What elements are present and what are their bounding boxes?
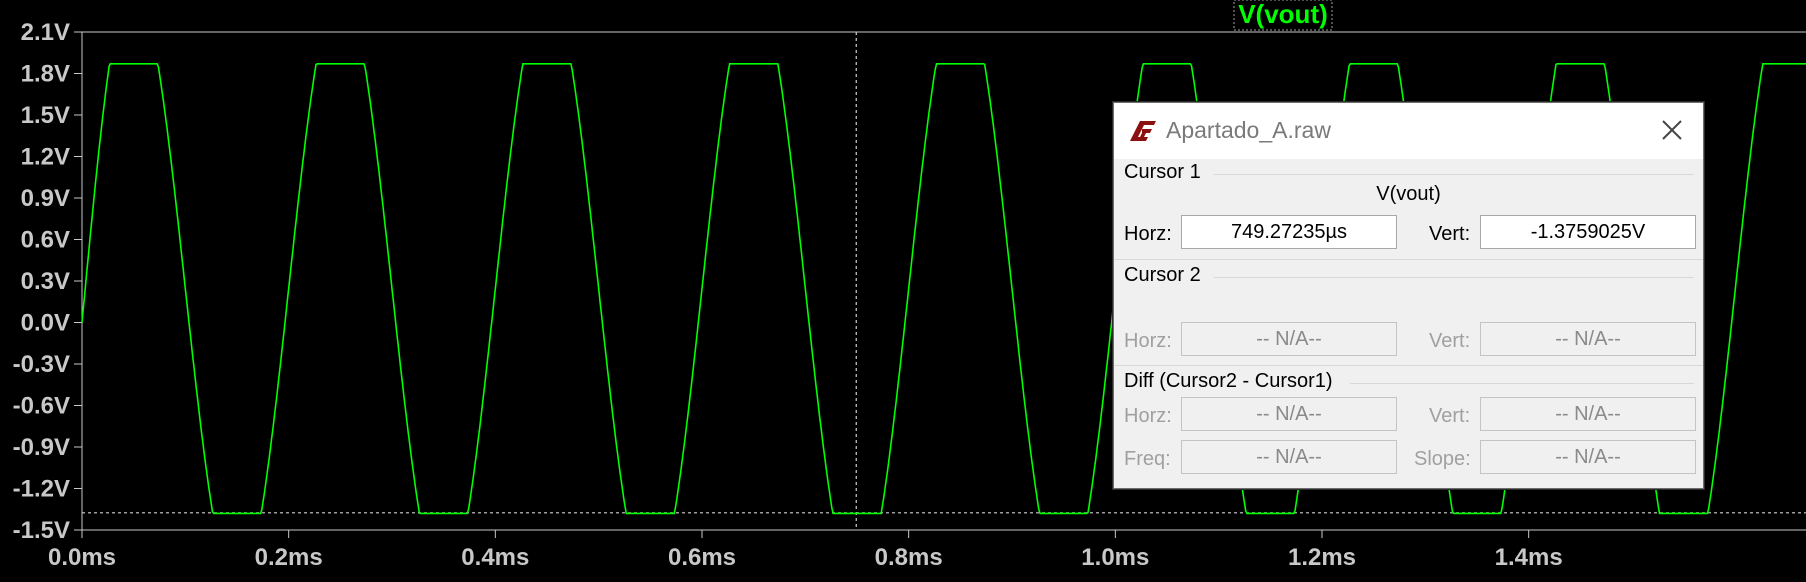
x-tick-label: 0.8ms xyxy=(875,544,943,571)
section-divider xyxy=(1114,259,1703,260)
x-tick-label: 0.6ms xyxy=(668,544,736,571)
diff-vert-field: -- N/A-- xyxy=(1480,397,1696,431)
cursor-dialog[interactable]: Apartado_A.raw Cursor 1 V(vout) Horz: 74… xyxy=(1113,102,1704,489)
trace-name-label[interactable]: V(vout) xyxy=(1238,0,1328,29)
cursor1-vert-field[interactable]: -1.3759025V xyxy=(1480,215,1696,249)
ltspice-logo-icon xyxy=(1130,121,1156,141)
y-tick-label: 0.3V xyxy=(21,268,70,295)
diff-slope-label: Slope: xyxy=(1414,448,1471,470)
diff-horz-label: Horz: xyxy=(1124,405,1172,427)
y-tick-label: 2.1V xyxy=(21,19,70,46)
cursor1-trace-name: V(vout) xyxy=(1376,183,1441,205)
section-divider xyxy=(1114,365,1703,366)
cursor1-horz-label: Horz: xyxy=(1124,223,1172,245)
diff-horz-field: -- N/A-- xyxy=(1181,397,1397,431)
section-divider xyxy=(1214,277,1694,278)
diff-freq-field: -- N/A-- xyxy=(1181,440,1397,474)
cursor2-vert-field: -- N/A-- xyxy=(1480,322,1696,356)
y-tick-label: -0.6V xyxy=(13,393,70,420)
dialog-titlebar[interactable]: Apartado_A.raw xyxy=(1114,103,1703,159)
cursor2-section-label: Cursor 2 xyxy=(1124,264,1201,286)
x-tick-label: 0.4ms xyxy=(461,544,529,571)
section-divider xyxy=(1350,383,1694,384)
cursor1-section-label: Cursor 1 xyxy=(1124,161,1201,183)
section-divider xyxy=(1214,174,1694,175)
x-tick-label: 0.0ms xyxy=(48,544,116,571)
y-tick-label: -0.9V xyxy=(13,434,70,461)
cursor1-vert-label: Vert: xyxy=(1429,223,1471,245)
cursor1-horz-field[interactable]: 749.27235µs xyxy=(1181,215,1397,249)
y-tick-label: 1.8V xyxy=(21,61,70,88)
x-tick-label: 1.0ms xyxy=(1081,544,1149,571)
y-axis-labels: 2.1V 1.8V 1.5V 1.2V 0.9V 0.6V 0.3V 0.0V -0.3V -0.… xyxy=(13,19,70,544)
y-tick-label: 1.5V xyxy=(21,102,70,129)
diff-slope-field: -- N/A-- xyxy=(1480,440,1696,474)
y-tick-label: -0.3V xyxy=(13,351,70,378)
y-tick-label: -1.5V xyxy=(13,517,70,544)
x-tick-label: 0.2ms xyxy=(255,544,323,571)
y-tick-label: 0.6V xyxy=(21,227,70,254)
diff-freq-label: Freq: xyxy=(1124,448,1171,470)
x-tick-label: 1.4ms xyxy=(1495,544,1563,571)
cursor2-horz-label: Horz: xyxy=(1124,330,1172,352)
dialog-title: Apartado_A.raw xyxy=(1166,117,1331,143)
cursor2-horz-field: -- N/A-- xyxy=(1181,322,1397,356)
diff-section-label: Diff (Cursor2 - Cursor1) xyxy=(1124,370,1333,392)
close-icon[interactable] xyxy=(1655,113,1689,147)
y-tick-label: 0.9V xyxy=(21,185,70,212)
y-tick-label: -1.2V xyxy=(13,476,70,503)
x-tick-label: 1.2ms xyxy=(1288,544,1356,571)
cursor2-vert-label: Vert: xyxy=(1429,330,1471,352)
x-axis-labels: 0.0ms 0.2ms 0.4ms 0.6ms 0.8ms 1.0ms 1.2ms 1.4ms xyxy=(48,544,1563,571)
diff-vert-label: Vert: xyxy=(1429,405,1471,427)
y-tick-label: 0.0V xyxy=(21,310,70,337)
y-tick-label: 1.2V xyxy=(21,144,70,171)
